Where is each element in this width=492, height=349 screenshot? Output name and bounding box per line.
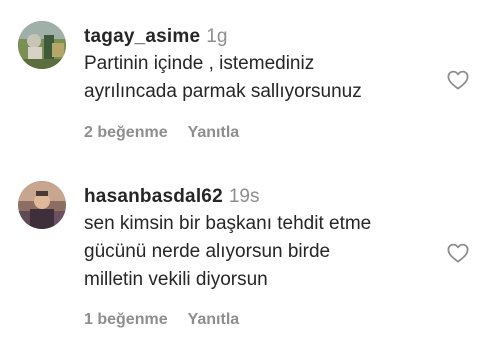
username[interactable]: tagay_asime	[84, 26, 200, 47]
reply-button[interactable]: Yanıtla	[188, 311, 240, 328]
username[interactable]: hasanbasdal62	[84, 186, 223, 207]
profile-photo-icon	[18, 181, 66, 229]
comment-item: tagay_asime 1g Partinin içinde , istemedi…	[0, 0, 492, 170]
comment-list: tagay_asime 1g Partinin içinde , istemedi…	[0, 0, 492, 349]
timestamp: 1g	[206, 26, 228, 47]
profile-photo-icon	[18, 21, 66, 69]
comment-text-line: gücünü nerde alıyorsun birde	[84, 241, 331, 262]
comment-body: hasanbasdal62 19s sen kimsin bir başkanı …	[84, 184, 434, 294]
likes-count-link[interactable]: 1 beğenme	[84, 311, 168, 328]
comment-text-line: ayrılıncada parmak sallıyorsunuz	[84, 81, 362, 102]
comment-text-line: Partinin içinde , istemediniz	[84, 53, 315, 74]
heart-outline-icon[interactable]	[446, 241, 470, 265]
avatar[interactable]	[18, 181, 66, 229]
comment-actions: 2 beğenme Yanıtla	[84, 124, 239, 142]
reply-button[interactable]: Yanıtla	[188, 124, 240, 141]
comment-text-line: sen kimsin bir başkanı tehdit etme	[84, 213, 372, 234]
comment-text: sen kimsin bir başkanı tehdit etme gücün…	[84, 210, 434, 294]
comment-text-line: milletin vekili diyorsun	[84, 269, 268, 290]
heart-outline-icon[interactable]	[446, 68, 470, 92]
comment-header: hasanbasdal62 19s	[84, 184, 434, 210]
comment-item: hasanbasdal62 19s sen kimsin bir başkanı …	[0, 170, 492, 349]
comment-text: Partinin içinde , istemediniz ayrılıncad…	[84, 50, 434, 106]
likes-count-link[interactable]: 2 beğenme	[84, 124, 168, 141]
timestamp: 19s	[228, 186, 260, 207]
avatar[interactable]	[18, 21, 66, 69]
comment-body: tagay_asime 1g Partinin içinde , istemedi…	[84, 24, 434, 106]
comment-header: tagay_asime 1g	[84, 24, 434, 50]
comment-actions: 1 beğenme Yanıtla	[84, 311, 239, 329]
